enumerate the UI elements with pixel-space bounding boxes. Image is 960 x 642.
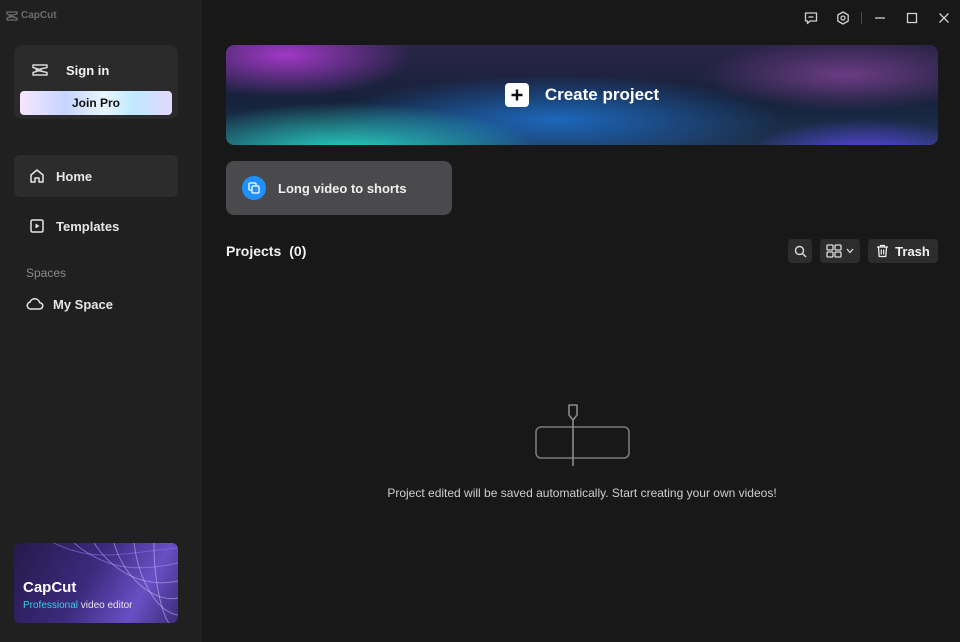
capcut-logo-icon bbox=[6, 10, 18, 21]
shorts-icon bbox=[242, 176, 266, 200]
create-project-label: Create project bbox=[544, 85, 660, 104]
empty-projects-message: Project edited will be saved automatical… bbox=[387, 486, 777, 500]
projects-heading: Projects (0) bbox=[226, 243, 306, 259]
create-project-button[interactable]: Create project bbox=[226, 45, 938, 145]
trash-icon bbox=[877, 244, 889, 258]
account-card: Sign in Join Pro bbox=[14, 45, 178, 119]
trash-label: Trash bbox=[895, 243, 930, 259]
maximize-icon[interactable] bbox=[896, 8, 928, 28]
long-video-to-shorts-button[interactable]: Long video to shorts bbox=[226, 161, 452, 215]
grid-view-icon bbox=[826, 244, 842, 258]
signin-label: Sign in bbox=[66, 62, 110, 78]
minimize-icon[interactable] bbox=[864, 8, 896, 28]
projects-toolbar: Trash bbox=[788, 239, 938, 263]
promo-title: CapCut bbox=[23, 579, 77, 596]
titlebar-divider bbox=[861, 12, 862, 24]
settings-icon[interactable] bbox=[827, 8, 859, 28]
create-project-content: Create project bbox=[226, 45, 938, 145]
sidebar-item-my-space[interactable]: My Space bbox=[26, 295, 113, 313]
view-toggle-button[interactable] bbox=[820, 239, 860, 263]
spaces-heading: Spaces bbox=[26, 266, 67, 280]
trash-button[interactable]: Trash bbox=[868, 239, 938, 263]
templates-icon bbox=[28, 217, 46, 235]
search-button[interactable] bbox=[788, 239, 812, 263]
app-name: CapCut bbox=[21, 10, 57, 21]
home-icon bbox=[28, 167, 46, 185]
promo-subtitle-accent: Professional bbox=[23, 600, 79, 611]
search-icon bbox=[794, 245, 806, 257]
titlebar bbox=[795, 8, 960, 28]
promo-subtitle-rest: video editor bbox=[78, 600, 133, 611]
signin-button[interactable]: Sign in bbox=[26, 59, 109, 81]
close-icon[interactable] bbox=[928, 8, 960, 28]
promo-banner[interactable]: CapCut Professional video editor bbox=[14, 543, 178, 623]
sidebar-item-label: My Space bbox=[53, 296, 113, 312]
chevron-down-icon bbox=[846, 248, 854, 254]
sidebar-item-label: Home bbox=[56, 168, 93, 184]
projects-title: Projects bbox=[226, 243, 282, 259]
sidebar-item-label: Templates bbox=[56, 218, 120, 234]
sidebar-item-templates[interactable]: Templates bbox=[14, 205, 178, 247]
empty-projects-illustration bbox=[535, 404, 630, 466]
sidebar: CapCut Sign in Join Pro Home Templates S… bbox=[0, 0, 202, 642]
long-video-label: Long video to shorts bbox=[278, 180, 407, 196]
cloud-icon bbox=[26, 295, 44, 313]
app-logo: CapCut bbox=[6, 10, 57, 21]
feedback-icon[interactable] bbox=[795, 8, 827, 28]
plus-icon bbox=[504, 83, 529, 107]
sidebar-item-home[interactable]: Home bbox=[14, 155, 178, 197]
promo-subtitle: Professional video editor bbox=[23, 600, 133, 611]
join-pro-button[interactable]: Join Pro bbox=[20, 91, 172, 115]
projects-count: (0) bbox=[289, 243, 307, 259]
capcut-avatar-icon bbox=[26, 59, 54, 81]
